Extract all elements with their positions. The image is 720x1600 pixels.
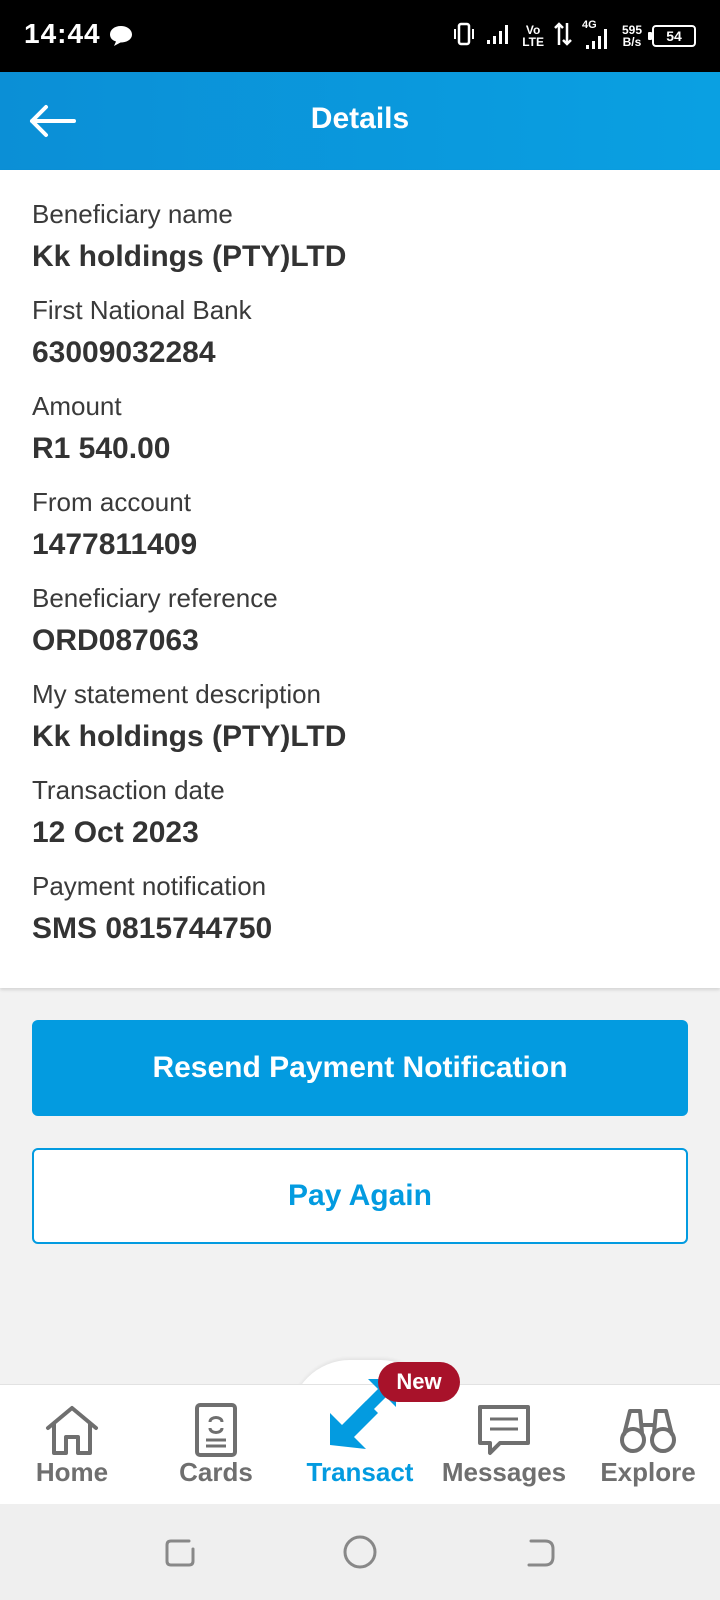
detail-transaction-date: Transaction date 12 Oct 2023 xyxy=(32,770,688,866)
system-nav-bar xyxy=(0,1504,720,1600)
detail-payment-notification: Payment notification SMS 0815744750 xyxy=(32,866,688,962)
detail-amount: Amount R1 540.00 xyxy=(32,386,688,482)
battery-icon: 54 xyxy=(648,25,696,47)
detail-label: My statement description xyxy=(32,679,322,709)
detail-value: 1477811409 xyxy=(32,528,198,561)
detail-value: Kk holdings (PTY)LTD xyxy=(32,720,347,753)
page-title: Details xyxy=(310,102,410,135)
detail-value: R1 540.00 xyxy=(32,432,171,465)
pay-again-button[interactable]: Pay Again xyxy=(32,1148,688,1244)
resend-notification-button[interactable]: Resend Payment Notification xyxy=(32,1020,688,1116)
back-system-button[interactable] xyxy=(520,1532,560,1572)
nav-item-messages[interactable]: Messages xyxy=(432,1385,576,1505)
card-icon xyxy=(144,1399,288,1461)
binoculars-icon xyxy=(576,1399,720,1461)
detail-value: 63009032284 xyxy=(32,336,216,369)
nav-label-cards: Cards xyxy=(179,1457,253,1487)
detail-from-account: From account 1477811409 xyxy=(32,482,688,578)
detail-label: Transaction date xyxy=(32,775,225,805)
signal-4g-icon: 4G xyxy=(582,19,612,51)
nav-item-transact[interactable]: Transact xyxy=(288,1379,432,1505)
detail-label: Beneficiary name xyxy=(32,199,233,229)
detail-value: ORD087063 xyxy=(32,624,199,657)
detail-beneficiary-reference: Beneficiary reference ORD087063 xyxy=(32,578,688,674)
nav-label-explore: Explore xyxy=(600,1457,696,1487)
details-card: Beneficiary name Kk holdings (PTY)LTD Fi… xyxy=(0,170,720,988)
home-icon xyxy=(0,1399,144,1461)
new-badge: New xyxy=(378,1362,460,1402)
nav-item-explore[interactable]: Explore xyxy=(576,1385,720,1505)
detail-label: Payment notification xyxy=(32,871,267,901)
status-bar: 14:44 Vo LTE 4G 595 B/s 54 xyxy=(0,0,720,72)
detail-value: SMS 0815744750 xyxy=(32,912,273,945)
detail-value: 12 Oct 2023 xyxy=(32,816,199,849)
recent-apps-button[interactable] xyxy=(160,1532,200,1572)
nav-item-cards[interactable]: Cards xyxy=(144,1385,288,1505)
detail-label: Beneficiary reference xyxy=(32,583,278,613)
volte-indicator: Vo LTE xyxy=(522,23,544,49)
detail-value: Kk holdings (PTY)LTD xyxy=(32,240,347,273)
detail-bank-account: First National Bank 63009032284 xyxy=(32,290,688,386)
network-speed: 595 B/s xyxy=(621,23,642,49)
system-back-icon xyxy=(527,1539,555,1567)
detail-label: From account xyxy=(32,487,191,517)
nav-label-transact: Transact xyxy=(306,1457,414,1487)
chat-notification-icon xyxy=(108,24,134,53)
circle-home-icon xyxy=(343,1535,377,1569)
data-transfer-icon xyxy=(554,21,572,52)
nav-label-messages: Messages xyxy=(441,1457,567,1487)
status-icons: Vo LTE 4G 595 B/s 54 xyxy=(452,16,696,56)
nav-label-home: Home xyxy=(35,1457,109,1487)
home-system-button[interactable] xyxy=(340,1532,380,1572)
detail-label: Amount xyxy=(32,391,122,421)
detail-label: First National Bank xyxy=(32,295,252,325)
bottom-nav: Home Cards Transact Messages Explore xyxy=(0,1379,720,1505)
detail-statement-description: My statement description Kk holdings (PT… xyxy=(32,674,688,770)
vibrate-icon xyxy=(452,21,476,52)
app-header: Details xyxy=(0,72,720,170)
detail-beneficiary-name: Beneficiary name Kk holdings (PTY)LTD xyxy=(32,194,688,290)
status-time: 14:44 xyxy=(24,18,101,49)
signal-icon xyxy=(486,22,512,51)
recent-apps-icon xyxy=(165,1539,195,1567)
message-icon xyxy=(432,1399,576,1461)
nav-item-home[interactable]: Home xyxy=(0,1385,144,1505)
